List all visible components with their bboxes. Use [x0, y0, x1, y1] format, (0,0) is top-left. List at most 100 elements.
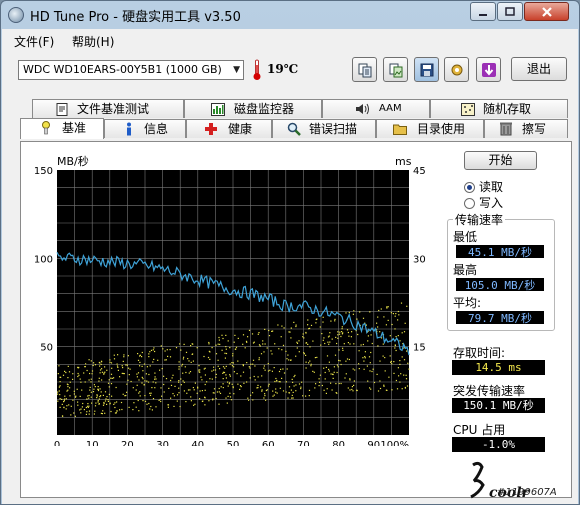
access-time-point — [225, 334, 227, 336]
access-time-point — [387, 319, 389, 321]
access-time-point — [70, 405, 72, 407]
tab-disk-monitor[interactable]: 磁盘监控器 — [184, 99, 322, 118]
tab-folder-usage[interactable]: 目录使用 — [376, 119, 484, 138]
access-time-point — [170, 397, 172, 399]
access-time-point — [244, 347, 246, 349]
drive-select[interactable]: WDC WD10EARS-00Y5B1 (1000 GB) ▼ — [18, 60, 244, 80]
access-time-point — [160, 387, 162, 389]
access-time-point — [333, 366, 335, 368]
access-time-point — [106, 403, 108, 405]
access-time-point — [281, 377, 283, 379]
access-time-point — [331, 338, 333, 340]
access-time-point — [152, 361, 154, 363]
access-time-point — [167, 355, 169, 357]
tab-file-benchmark[interactable]: 文件基准测试 — [32, 99, 184, 118]
access-time-point — [141, 376, 143, 378]
tab-erase[interactable]: 擦写 — [484, 119, 568, 138]
access-time-point — [364, 356, 366, 358]
access-time-point — [113, 354, 115, 356]
access-time-point — [373, 381, 376, 384]
access-time-point — [301, 381, 303, 383]
access-time-point — [217, 359, 219, 361]
access-time-point — [168, 387, 170, 389]
access-time-point — [276, 392, 278, 394]
copy-screenshot-icon — [389, 63, 402, 77]
access-time-point — [305, 361, 307, 363]
tab-aam[interactable]: AAM — [322, 99, 430, 118]
access-time-point — [397, 335, 399, 337]
menu-file[interactable]: 文件(F) — [14, 33, 54, 50]
minimize-icon — [479, 13, 487, 16]
access-time-point — [161, 395, 163, 397]
access-time-point — [64, 370, 66, 372]
access-time-point — [87, 395, 89, 397]
access-time-point — [152, 381, 154, 383]
access-time-point — [117, 354, 119, 356]
access-time-point — [322, 339, 324, 341]
write-radio[interactable]: 写入 — [464, 194, 503, 211]
tab-error-scan-label: 错误扫描 — [309, 122, 358, 136]
access-time-point — [252, 399, 254, 401]
download-button[interactable] — [476, 57, 501, 82]
access-time-point — [122, 372, 124, 375]
access-time-point — [164, 359, 166, 361]
access-time-point — [229, 374, 231, 376]
access-time-point — [88, 394, 90, 397]
x-tick-label: 80 — [332, 440, 345, 446]
access-time-point — [268, 383, 270, 385]
start-button[interactable]: 开始 — [464, 151, 537, 170]
close-button[interactable] — [524, 2, 569, 21]
access-time-point — [385, 324, 387, 326]
access-time-point — [58, 365, 60, 367]
save-button[interactable] — [414, 57, 439, 82]
access-time-point — [240, 386, 242, 388]
menu-help[interactable]: 帮助(H) — [72, 33, 114, 50]
access-time-point — [63, 398, 66, 400]
access-time-point — [400, 373, 402, 375]
options-button[interactable] — [444, 57, 469, 82]
copy-text-button[interactable] — [352, 57, 377, 82]
access-time-point — [296, 347, 298, 349]
access-time-point — [178, 368, 180, 370]
exit-button[interactable]: 退出 — [511, 57, 567, 81]
tab-error-scan[interactable]: 错误扫描 — [272, 119, 376, 138]
access-time-point — [192, 343, 194, 345]
access-time-point — [349, 378, 351, 380]
access-time-point — [200, 376, 202, 378]
copy-screenshot-button[interactable] — [383, 57, 408, 82]
tab-random-access[interactable]: 随机存取 — [430, 99, 568, 118]
access-time-point — [163, 383, 165, 386]
access-time-point — [312, 340, 314, 342]
access-time-point — [65, 408, 67, 410]
access-time-point — [254, 365, 256, 367]
access-time-point — [261, 375, 263, 377]
tab-benchmark[interactable]: 基准 — [20, 118, 104, 139]
access-time-point — [63, 406, 65, 408]
tab-info[interactable]: 信息 — [104, 119, 186, 138]
access-time-point — [108, 386, 110, 388]
access-time-point — [199, 390, 201, 392]
access-time-point — [310, 363, 312, 365]
access-time-point — [245, 340, 248, 342]
read-radio[interactable]: 读取 — [464, 178, 503, 195]
access-time-point — [343, 343, 345, 345]
access-time-point — [330, 382, 332, 384]
access-time-point — [59, 394, 61, 396]
access-time-point — [219, 368, 221, 370]
access-time-point — [237, 383, 239, 385]
access-time-point — [371, 370, 373, 373]
access-time-point — [139, 355, 141, 357]
access-time-point — [90, 378, 92, 380]
access-time-point — [175, 347, 178, 349]
access-time-point — [336, 364, 338, 366]
title-bar[interactable]: HD Tune Pro - 硬盘实用工具 v3.50 — [1, 1, 579, 29]
minimize-button[interactable] — [470, 2, 496, 21]
access-time-point — [352, 390, 354, 392]
access-time-point — [178, 380, 180, 382]
access-time-point — [138, 392, 140, 394]
access-time-point — [104, 400, 107, 402]
tab-health[interactable]: 健康 — [186, 119, 272, 138]
access-time-point — [61, 398, 63, 400]
access-time-point — [196, 347, 198, 349]
maximize-button[interactable] — [497, 2, 523, 21]
